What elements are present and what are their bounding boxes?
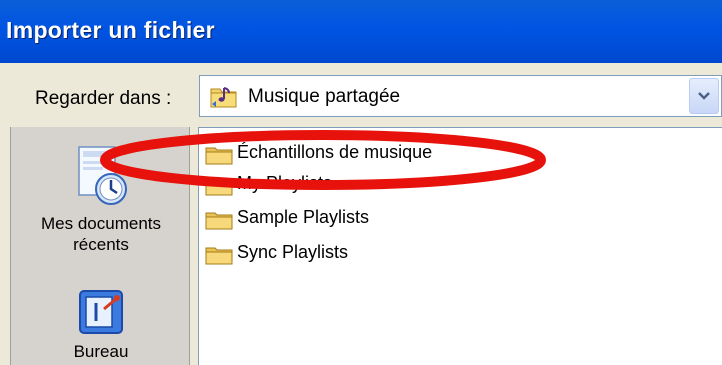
look-in-label: Regarder dans : [35, 88, 172, 109]
file-list[interactable]: Échantillons de musique My Playlists Sam… [198, 127, 722, 365]
folder-icon [205, 178, 233, 196]
file-name: Sample Playlists [237, 207, 370, 227]
place-recent-label-line1: Mes documents [41, 214, 161, 233]
chevron-down-icon [698, 92, 710, 100]
folder-icon [205, 247, 233, 265]
shared-music-folder-icon [210, 84, 238, 108]
look-in-combobox[interactable]: Musique partagée [199, 75, 722, 117]
place-recent-documents[interactable]: Mes documents récents [11, 145, 191, 255]
places-bar: Mes documents récents Bureau [10, 127, 190, 365]
place-desktop-label: Bureau [73, 342, 129, 361]
folder-icon [205, 212, 233, 230]
desktop-icon [79, 290, 123, 334]
file-name: My Playlists [237, 173, 333, 193]
recent-documents-icon [78, 146, 127, 205]
window-title: Importer un fichier [6, 17, 215, 43]
file-name: Sync Playlists [237, 242, 349, 262]
look-in-value: Musique partagée [248, 86, 401, 107]
title-bar[interactable]: Importer un fichier [0, 0, 722, 63]
place-recent-label-line2: récents [73, 235, 129, 254]
place-desktop[interactable]: Bureau [11, 287, 191, 362]
folder-icon [205, 147, 233, 165]
dropdown-button[interactable] [689, 78, 719, 114]
file-name: Échantillons de musique [237, 142, 433, 162]
